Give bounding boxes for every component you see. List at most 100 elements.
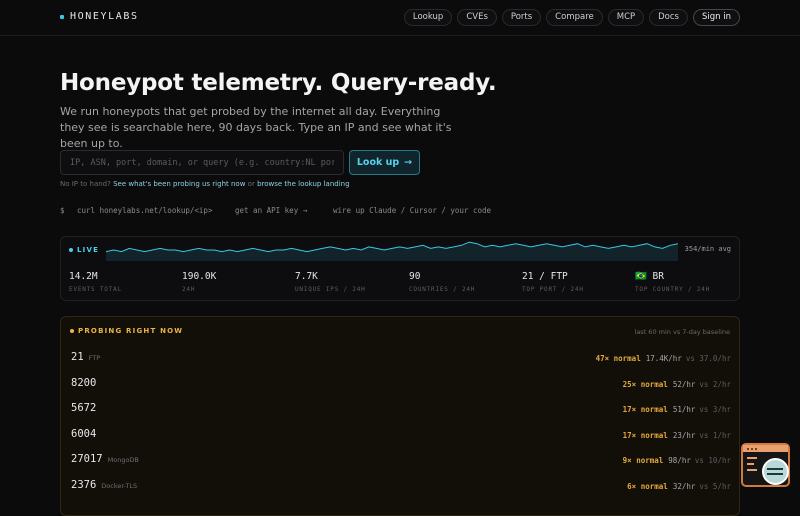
probe-port: 5672: [71, 402, 101, 414]
probe-rate: 6× normal 32/hr vs 5/hr: [627, 482, 731, 491]
search-input[interactable]: [60, 150, 344, 175]
stats-row: 14.2M EVENTS TOTAL 190.0K 24H 7.7K UNIQU…: [69, 271, 733, 295]
stat-value: 14.2M: [69, 271, 98, 282]
prompt-symbol: $: [60, 206, 65, 215]
hint-link-probing[interactable]: See what's been probing us right now: [113, 180, 245, 188]
stat-label: UNIQUE IPS / 24H: [295, 286, 366, 293]
stat-events-24h: 190.0K 24H: [182, 271, 216, 293]
rate-per-hour: 51/hr: [672, 405, 696, 414]
chat-widget-button[interactable]: [741, 443, 790, 487]
brand-name: HONEYLABS: [70, 11, 139, 22]
rate-per-hour: 32/hr: [672, 481, 696, 491]
stat-label: TOP COUNTRY / 24H: [635, 286, 711, 293]
stat-countries: 90 COUNTRIES / 24H: [409, 271, 475, 293]
live-dot-icon: [69, 248, 73, 252]
search-lens-icon: [762, 458, 789, 485]
probe-port: 21 FTP: [71, 351, 100, 363]
hint-link-landing[interactable]: browse the lookup landing: [257, 180, 349, 188]
multiplier: 25× normal: [622, 379, 668, 389]
nav-links: Lookup CVEs Ports Compare MCP Docs Sign …: [403, 9, 740, 26]
probe-row[interactable]: 8200 25× normal 52/hr vs 2/hr: [71, 375, 731, 401]
nav-cves[interactable]: CVEs: [457, 9, 497, 26]
baseline: vs 1/hr: [699, 430, 731, 440]
probe-rate: 25× normal 52/hr vs 2/hr: [623, 380, 731, 389]
probe-row[interactable]: 27017 MongoDB 9× normal 98/hr vs 10/hr: [71, 451, 731, 477]
probe-row[interactable]: 2376 Docker-TLS 6× normal 32/hr vs 5/hr: [71, 477, 731, 503]
lookup-button-label: Look up: [356, 157, 400, 168]
port-number: 21: [71, 351, 84, 363]
multiplier: 6× normal: [627, 481, 668, 491]
multiplier: 9× normal: [622, 456, 664, 465]
arrow-right-icon: →: [404, 157, 413, 168]
brand-logo[interactable]: HONEYLABS: [60, 11, 139, 22]
nav-compare[interactable]: Compare: [546, 9, 603, 26]
curl-command[interactable]: curl honeylabs.net/lookup/<ip>: [77, 206, 235, 215]
port-number: 6004: [71, 427, 97, 440]
probing-list: 21 FTP 47× normal 17.4K/hr vs 37.0/hr 8200 …: [71, 349, 731, 502]
stat-label: TOP PORT / 24H: [522, 286, 584, 293]
sparkline-area: [106, 242, 678, 261]
live-label: LIVE: [77, 246, 100, 254]
stat-label: 24H: [182, 286, 196, 293]
multiplier: 17× normal: [622, 405, 668, 414]
probe-rate: 47× normal 17.4K/hr vs 37.0/hr: [596, 354, 731, 363]
page-title: Honeypot telemetry. Query-ready.: [60, 70, 497, 96]
probe-row[interactable]: 5672 17× normal 51/hr vs 3/hr: [71, 400, 731, 426]
top-navbar: HONEYLABS Lookup CVEs Ports Compare MCP …: [0, 0, 800, 36]
port-number: 8200: [71, 376, 97, 389]
nav-ports[interactable]: Ports: [501, 9, 542, 26]
baseline: vs 5/hr: [699, 481, 731, 491]
hint-mid: or: [245, 180, 258, 188]
live-indicator: LIVE: [69, 246, 99, 254]
probe-port: 27017 MongoDB: [71, 453, 139, 465]
stat-value: 21 / FTP: [522, 271, 568, 282]
port-service: MongoDB: [107, 456, 139, 464]
terminal-lines-icon: [747, 457, 757, 475]
port-number: 2376: [71, 478, 97, 491]
nav-lookup[interactable]: Lookup: [403, 9, 453, 26]
probing-title: PROBING RIGHT NOW: [78, 327, 184, 335]
integrations-link[interactable]: wire up Claude / Cursor / your code: [333, 206, 491, 215]
rate-per-hour: 52/hr: [672, 379, 696, 389]
baseline: vs 10/hr: [694, 456, 731, 465]
port-service: Docker-TLS: [101, 481, 138, 490]
probe-port: 6004: [71, 428, 101, 440]
stat-value: 90: [409, 271, 421, 282]
hint-prefix: No IP to hand?: [60, 180, 114, 188]
probe-rate: 9× normal 98/hr vs 10/hr: [623, 456, 731, 465]
port-service: FTP: [88, 354, 101, 362]
probing-card: PROBING RIGHT NOW last 60 min vs 7-day b…: [60, 316, 740, 516]
nav-docs[interactable]: Docs: [649, 9, 688, 26]
stat-top-country: 🇧🇷 BR TOP COUNTRY / 24H: [635, 271, 710, 293]
stat-value: 7.7K: [295, 271, 318, 282]
probing-header: PROBING RIGHT NOW: [70, 327, 183, 335]
stat-top-port: 21 / FTP TOP PORT / 24H: [522, 271, 584, 293]
probing-note: last 60 min vs 7-day baseline: [634, 328, 730, 336]
probe-port: 2376 Docker-TLS: [71, 479, 137, 491]
probe-row[interactable]: 6004 17× normal 23/hr vs 1/hr: [71, 426, 731, 452]
stat-value: 190.0K: [182, 271, 217, 282]
stat-events-total: 14.2M EVENTS TOTAL: [69, 271, 122, 293]
port-number: 27017: [71, 453, 103, 465]
page-subtitle: We run honeypots that get probed by the …: [60, 105, 452, 150]
live-sparkline: [106, 241, 678, 261]
probe-row[interactable]: 21 FTP 47× normal 17.4K/hr vs 37.0/hr: [71, 349, 731, 375]
stat-unique-ips: 7.7K UNIQUE IPS / 24H: [295, 271, 366, 293]
rate-per-hour: 23/hr: [672, 430, 696, 440]
brand-dot-icon: [60, 14, 64, 19]
rate-avg: 354/min avg: [684, 245, 731, 253]
port-number: 5672: [71, 402, 97, 414]
probing-dot-icon: [70, 329, 74, 333]
baseline: vs 37.0/hr: [685, 354, 731, 363]
rate-per-hour: 17.4K/hr: [645, 354, 682, 363]
api-key-link[interactable]: get an API key →: [235, 206, 333, 215]
stat-value: 🇧🇷 BR: [635, 271, 664, 282]
nav-mcp[interactable]: MCP: [607, 9, 645, 26]
lookup-button[interactable]: Look up →: [349, 150, 420, 175]
probe-rate: 17× normal 23/hr vs 1/hr: [623, 431, 731, 440]
multiplier: 17× normal: [622, 430, 668, 440]
live-stats-card: LIVE 354/min avg 14.2M EVENTS TOTAL 190.…: [60, 236, 740, 301]
probe-port: 8200: [71, 377, 101, 389]
stat-label: COUNTRIES / 24H: [409, 286, 476, 293]
sign-in-button[interactable]: Sign in: [693, 9, 740, 26]
